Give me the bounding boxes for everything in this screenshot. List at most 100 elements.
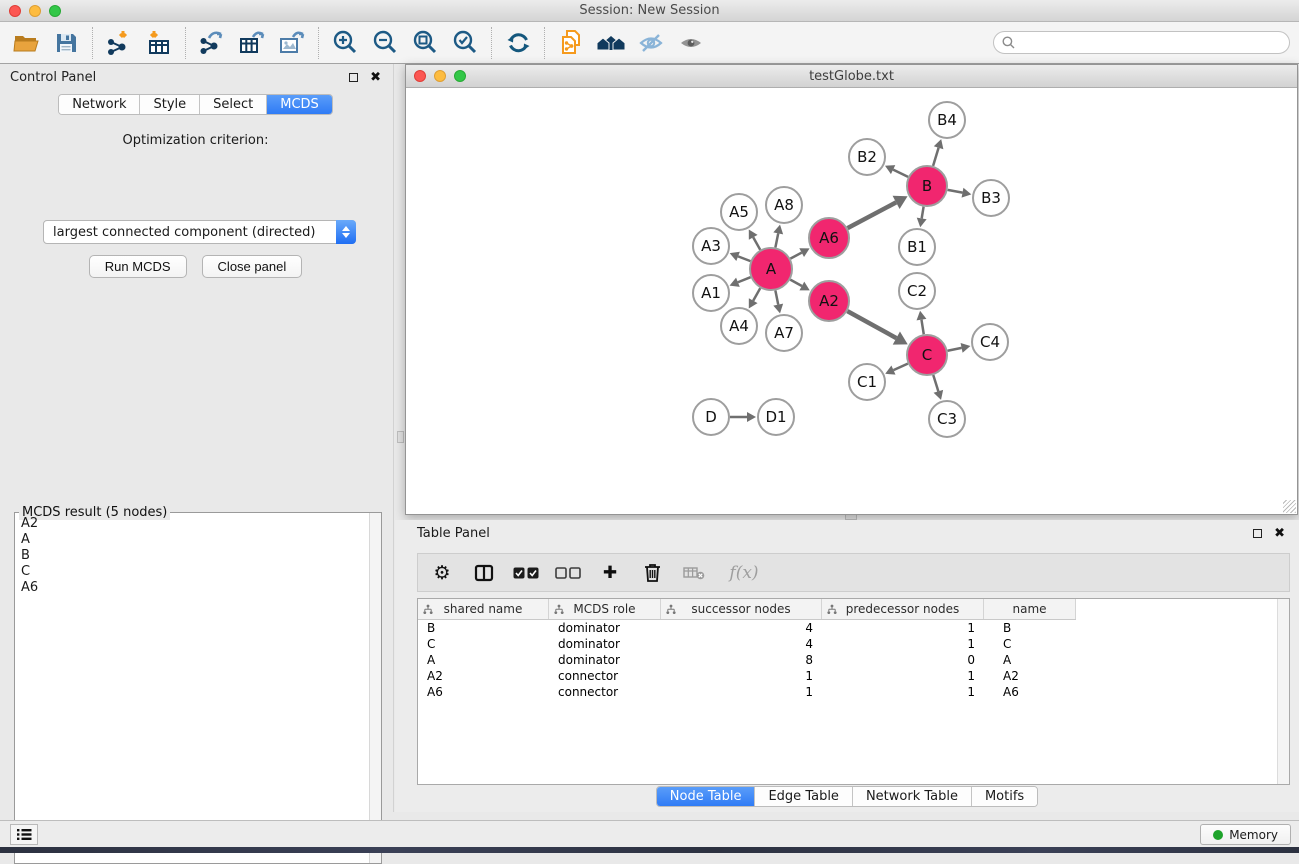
graph-edge[interactable] [847, 311, 896, 338]
criterion-value: largest connected component (directed) [44, 225, 336, 240]
graph-edge[interactable] [790, 253, 801, 259]
new-network-from-selection-button[interactable] [551, 25, 591, 61]
graph-edge[interactable] [893, 170, 908, 177]
graph-edge[interactable] [948, 348, 962, 351]
result-item[interactable]: C [16, 564, 368, 580]
float-panel-icon[interactable] [349, 73, 358, 82]
tab-motifs[interactable]: Motifs [972, 787, 1037, 806]
task-history-button[interactable] [10, 824, 38, 845]
graph-edge[interactable] [848, 202, 897, 228]
table-cell: A6 [984, 685, 1076, 699]
hide-selected-button[interactable] [631, 25, 671, 61]
mcds-result-scrollbar[interactable] [369, 513, 381, 863]
column-header[interactable]: successor nodes [661, 599, 822, 619]
zoom-selected-button[interactable] [445, 25, 485, 61]
graph-edge[interactable] [775, 233, 778, 247]
graph-edge[interactable] [948, 190, 963, 193]
node-label: B2 [857, 148, 877, 166]
column-header[interactable]: MCDS role [549, 599, 661, 619]
graph-edge[interactable] [933, 148, 938, 166]
close-table-panel-icon[interactable]: ✖ [1274, 527, 1285, 540]
search-field[interactable] [993, 31, 1290, 54]
table-row[interactable]: Bdominator41B [418, 620, 1076, 636]
export-image-button[interactable] [272, 25, 312, 61]
zoom-fit-button[interactable] [405, 25, 445, 61]
graph-edge[interactable] [775, 291, 778, 305]
tab-network[interactable]: Network [59, 95, 140, 114]
tab-mcds[interactable]: MCDS [267, 95, 332, 114]
close-panel-button[interactable]: Close panel [202, 255, 303, 278]
zoom-in-icon [332, 30, 358, 56]
show-all-button[interactable] [671, 25, 711, 61]
checked-boxes-icon [513, 567, 539, 579]
export-table-button[interactable] [232, 25, 272, 61]
graph-edge[interactable] [933, 375, 938, 391]
home-view-button[interactable] [591, 25, 631, 61]
result-item[interactable]: A6 [16, 580, 368, 596]
add-column-button[interactable]: ✚ [596, 558, 624, 588]
table-panel-title: Table Panel [417, 526, 1253, 541]
delete-column-button[interactable] [638, 558, 666, 588]
table-row[interactable]: A2connector11A2 [418, 668, 1076, 684]
delete-table-button[interactable] [680, 558, 708, 588]
graph-edge[interactable] [790, 280, 802, 286]
unselect-all-button[interactable] [554, 558, 582, 588]
open-session-button[interactable] [6, 25, 46, 61]
float-table-panel-icon[interactable] [1253, 529, 1262, 538]
table-cell: dominator [549, 621, 661, 635]
memory-label: Memory [1229, 828, 1278, 842]
result-item[interactable]: B [16, 548, 368, 564]
tab-style[interactable]: Style [140, 95, 200, 114]
divider-grip[interactable] [397, 431, 404, 443]
column-header[interactable]: name [984, 599, 1076, 619]
import-table-button[interactable] [139, 25, 179, 61]
table-scrollbar[interactable] [1277, 599, 1289, 784]
graph-edge[interactable] [753, 288, 760, 301]
column-header[interactable]: predecessor nodes [822, 599, 984, 619]
graph-edge[interactable] [921, 320, 923, 335]
table-panel: Table Panel ✖ ⚙ ✚ [395, 520, 1299, 812]
show-column-button[interactable] [470, 558, 498, 588]
close-panel-icon[interactable]: ✖ [370, 71, 381, 84]
panel-divider[interactable] [393, 64, 394, 812]
main-toolbar [0, 22, 1299, 64]
toolbar-separator [491, 27, 492, 59]
resize-grip-icon[interactable] [1283, 500, 1296, 513]
table-toolbar: ⚙ ✚ [417, 553, 1290, 592]
network-canvas[interactable]: B4B2BB3A5A8A6A3AB1A1C2A4A7A2CC4C1C3DD1 [406, 88, 1297, 514]
table-cell: A2 [984, 669, 1076, 683]
graph-edge[interactable] [922, 207, 924, 219]
export-network-button[interactable] [192, 25, 232, 61]
table-options-button[interactable]: ⚙ [428, 558, 456, 588]
table-row[interactable]: Adominator80A [418, 652, 1076, 668]
result-item[interactable]: A [16, 532, 368, 548]
graph-edge[interactable] [738, 256, 750, 261]
import-network-button[interactable] [99, 25, 139, 61]
search-input[interactable] [1019, 34, 1289, 52]
select-all-button[interactable] [512, 558, 540, 588]
fx-icon: f(x) [729, 563, 758, 583]
zoom-in-button[interactable] [325, 25, 365, 61]
table-row[interactable]: Cdominator41C [418, 636, 1076, 652]
tab-node-table[interactable]: Node Table [657, 787, 756, 806]
column-header[interactable]: shared name [418, 599, 549, 619]
memory-button[interactable]: Memory [1200, 824, 1291, 845]
graph-edge[interactable] [893, 364, 907, 370]
zoom-out-button[interactable] [365, 25, 405, 61]
tab-edge-table[interactable]: Edge Table [755, 787, 852, 806]
save-session-button[interactable] [46, 25, 86, 61]
function-builder-button[interactable]: f(x) [722, 558, 766, 588]
graph-edge[interactable] [753, 237, 760, 250]
table-row[interactable]: A6connector11A6 [418, 684, 1076, 700]
result-item[interactable]: A2 [16, 516, 368, 532]
criterion-dropdown[interactable]: largest connected component (directed) [43, 220, 356, 244]
table-cell: dominator [549, 653, 661, 667]
table-cell: C [984, 637, 1076, 651]
status-bar: Memory [0, 820, 1299, 847]
tab-select[interactable]: Select [200, 95, 267, 114]
refresh-button[interactable] [498, 25, 538, 61]
graph-edge[interactable] [738, 277, 751, 282]
tab-network-table[interactable]: Network Table [853, 787, 972, 806]
network-graph[interactable]: B4B2BB3A5A8A6A3AB1A1C2A4A7A2CC4C1C3DD1 [406, 88, 1297, 514]
run-mcds-button[interactable]: Run MCDS [89, 255, 187, 278]
